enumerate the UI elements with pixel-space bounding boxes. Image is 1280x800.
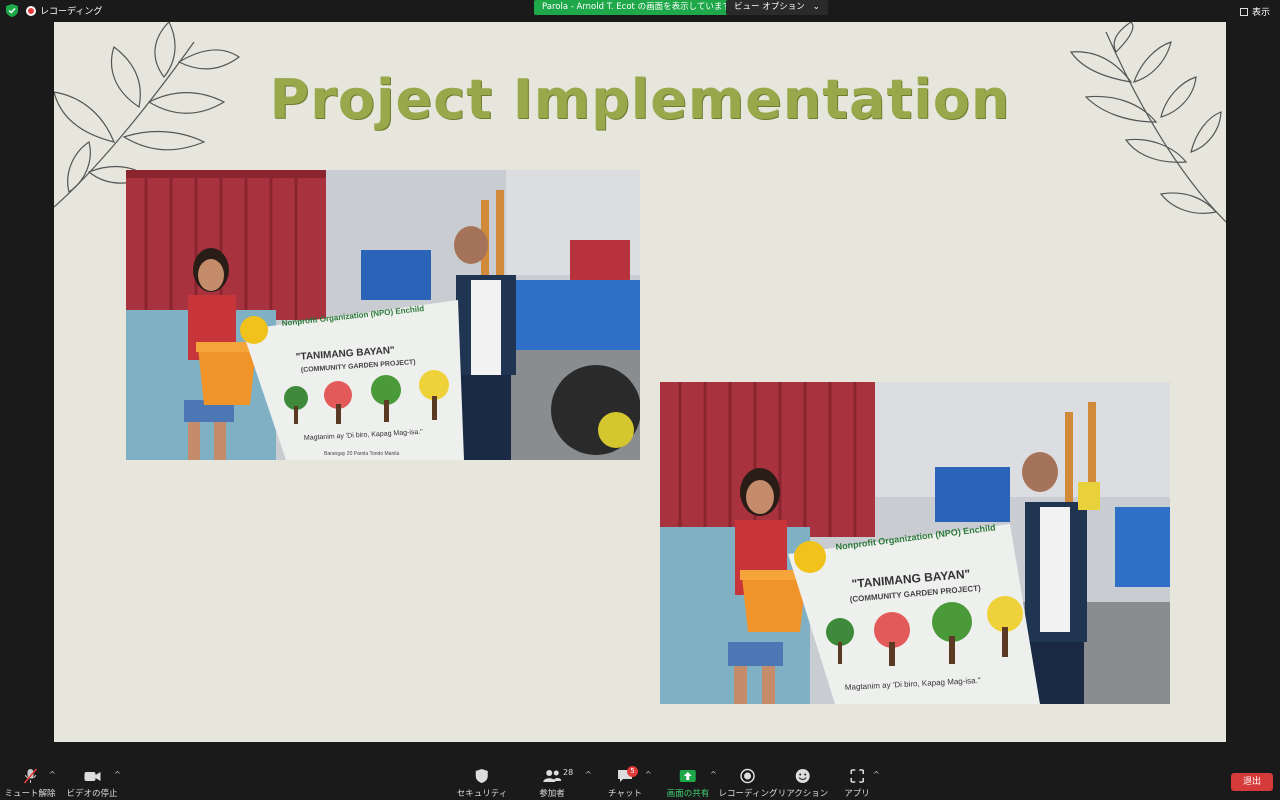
recording-indicator[interactable]: レコーディング (26, 4, 102, 17)
project-photo-2: Nonprofit Organization (NPO) Enchild "TA… (660, 382, 1170, 704)
view-options-label: ビュー オプション (734, 2, 805, 12)
record-icon (740, 768, 756, 784)
display-button[interactable]: 表示 (1239, 5, 1270, 18)
participants-label: 参加者 (539, 789, 565, 799)
chat-unread-badge: 5 (627, 766, 638, 777)
shield-icon[interactable] (6, 4, 18, 17)
mute-label: ミュート解除 (4, 789, 56, 799)
meeting-top-bar: レコーディング Parola - Arnold T. Ecot の画面を表示して… (0, 0, 1280, 22)
microphone-muted-icon (23, 768, 37, 784)
video-caret-icon[interactable]: ^ (114, 770, 121, 779)
security-label: セキュリティ (456, 789, 508, 799)
recording-label: レコーディング (40, 7, 103, 17)
apps-button[interactable]: アプリ (844, 768, 870, 799)
top-left-status: レコーディング (6, 4, 102, 17)
project-photo-1: Nonprofit Organization (NPO) Enchild "TA… (126, 170, 640, 460)
mute-button[interactable]: ミュート解除 (4, 768, 56, 799)
display-label: 表示 (1251, 8, 1270, 18)
slide-title: Project Implementation (269, 68, 1011, 131)
reactions-button[interactable]: リアクション (777, 768, 829, 799)
participants-button[interactable]: 参加者 (539, 768, 565, 799)
apps-caret-icon[interactable]: ^ (873, 770, 880, 779)
chat-label: チャット (608, 789, 642, 799)
leave-button[interactable]: 退出 (1231, 773, 1273, 791)
grid-icon (1239, 7, 1248, 16)
record-button[interactable]: レコーディング (718, 768, 778, 799)
meeting-toolbar: ミュート解除 ^ ビデオの停止 ^ セキュリティ 参加者 28 ^ チャット ^ (0, 742, 1280, 800)
record-dot-icon (26, 5, 36, 16)
participants-caret-icon[interactable]: ^ (585, 770, 592, 779)
share-screen-label: 画面の共有 (666, 789, 710, 799)
participants-icon (542, 770, 561, 782)
chat-caret-icon[interactable]: ^ (645, 770, 652, 779)
view-options-button[interactable]: ビュー オプション ⌄ (726, 0, 828, 15)
apps-label: アプリ (844, 789, 870, 799)
screen-share-notice: Parola - Arnold T. Ecot の画面を表示しています (534, 0, 739, 15)
video-button[interactable]: ビデオの停止 (66, 768, 118, 799)
video-camera-icon (83, 772, 100, 781)
chevron-down-icon: ⌄ (812, 2, 820, 12)
shield-icon (476, 769, 488, 783)
share-caret-icon[interactable]: ^ (710, 770, 717, 779)
share-screen-icon (679, 770, 696, 782)
shared-slide: Project Implementation Nonprofit Organiz… (54, 22, 1226, 742)
reactions-label: リアクション (777, 789, 829, 799)
banner-place-text-1: Barangay 20 Parola Tondo Manila (324, 451, 399, 457)
smiley-icon (795, 769, 810, 783)
participants-count: 28 (563, 768, 574, 777)
video-label: ビデオの停止 (66, 789, 118, 799)
security-button[interactable]: セキュリティ (456, 768, 508, 799)
apps-icon (850, 769, 864, 783)
share-screen-button[interactable]: 画面の共有 (666, 768, 710, 799)
mute-caret-icon[interactable]: ^ (49, 770, 56, 779)
record-label: レコーディング (718, 789, 778, 799)
